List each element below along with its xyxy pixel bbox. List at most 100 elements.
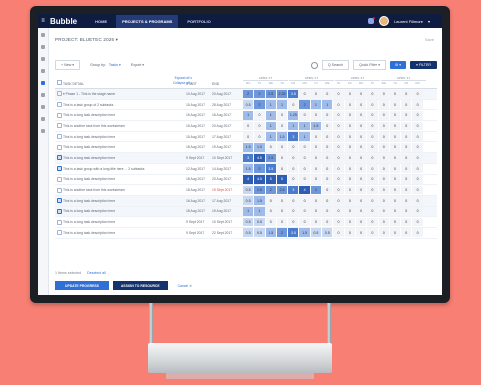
allocation-cell[interactable]: 2.5 — [254, 185, 265, 195]
allocation-cell[interactable]: 3.5 — [265, 164, 276, 173]
allocation-cell[interactable]: 0 — [299, 175, 310, 184]
allocation-cell[interactable]: 0 — [288, 207, 299, 216]
allocation-cell[interactable]: 0 — [243, 121, 254, 131]
allocation-cell[interactable]: 0 — [344, 207, 355, 216]
allocation-cell[interactable]: 0 — [322, 153, 333, 163]
allocation-cell[interactable]: 0 — [378, 132, 389, 141]
allocation-cell[interactable]: 0 — [355, 110, 367, 120]
allocation-cell[interactable]: 0 — [378, 142, 389, 152]
allocation-cell[interactable]: 0 — [333, 164, 344, 173]
allocation-cell[interactable]: 1.25 — [288, 110, 299, 120]
allocation-cell[interactable]: 3.5 — [288, 228, 299, 238]
allocation-cell[interactable]: 0 — [401, 153, 412, 163]
allocation-cell[interactable]: 0 — [288, 175, 299, 184]
allocation-cell[interactable]: 0 — [310, 110, 322, 120]
allocation-cell[interactable]: 0 — [288, 217, 299, 227]
allocation-cell[interactable]: 1 — [265, 132, 276, 141]
row-checkbox[interactable] — [55, 112, 63, 118]
allocation-cell[interactable]: 0 — [310, 164, 322, 173]
task-name[interactable]: This is another task from this workstrea… — [63, 124, 186, 128]
row-checkbox[interactable] — [55, 155, 63, 161]
menu-icon[interactable]: ≡ — [38, 18, 48, 24]
allocation-cell[interactable]: 0 — [310, 207, 322, 216]
table-row[interactable]: This is a task group with a long title h… — [55, 164, 437, 175]
allocation-cell[interactable]: 0 — [344, 89, 355, 99]
allocation-cell[interactable]: 0 — [367, 89, 378, 99]
notification-bell-icon[interactable] — [368, 17, 376, 24]
allocation-cell[interactable]: 0 — [412, 132, 423, 141]
allocation-cell[interactable]: 0 — [254, 132, 265, 141]
allocation-cell[interactable]: 0 — [310, 217, 322, 227]
allocation-cell[interactable]: 0 — [322, 196, 333, 206]
task-name[interactable]: This is another task from this workstrea… — [63, 188, 186, 192]
row-checkbox[interactable] — [55, 102, 63, 108]
allocation-cell[interactable]: 0 — [333, 185, 344, 195]
rail-list-icon[interactable] — [41, 69, 45, 73]
allocation-cell[interactable]: 0 — [355, 217, 367, 227]
allocation-cell[interactable]: 0 — [389, 207, 401, 216]
allocation-cell[interactable]: 0 — [401, 217, 412, 227]
table-row[interactable]: This is a long task description here 15 A… — [55, 132, 437, 143]
allocation-cell[interactable]: 0 — [401, 132, 412, 141]
allocation-cell[interactable]: 0 — [367, 142, 378, 152]
allocation-cell[interactable]: 0.5 — [243, 100, 254, 109]
user-name[interactable]: Laurent Fillmore — [394, 19, 423, 24]
allocation-cell[interactable]: 0.5 — [243, 228, 254, 238]
rail-calendar-icon[interactable] — [41, 57, 45, 61]
allocation-cell[interactable]: 0 — [389, 89, 401, 99]
row-checkbox[interactable] — [55, 144, 63, 150]
table-row[interactable]: This is another task from this workstrea… — [55, 185, 437, 196]
new-button[interactable]: + New ▾ — [55, 60, 81, 70]
allocation-cell[interactable]: 0 — [412, 175, 423, 184]
allocation-cell[interactable]: 0 — [367, 228, 378, 238]
allocation-cell[interactable]: 0 — [378, 196, 389, 206]
allocation-cell[interactable]: 1 — [276, 100, 288, 109]
allocation-cell[interactable]: 0 — [254, 110, 265, 120]
allocation-cell[interactable]: 0 — [389, 185, 401, 195]
allocation-cell[interactable]: 1 — [299, 132, 310, 141]
allocation-cell[interactable]: 0 — [322, 164, 333, 173]
allocation-cell[interactable]: 2 — [254, 89, 265, 99]
allocation-cell[interactable]: 0 — [367, 132, 378, 141]
allocation-cell[interactable]: 0 — [389, 110, 401, 120]
save-link[interactable]: Save — [425, 37, 434, 42]
allocation-cell[interactable]: 0 — [254, 121, 265, 131]
allocation-cell[interactable]: 0 — [401, 185, 412, 195]
allocation-cell[interactable]: 0 — [310, 153, 322, 163]
allocation-cell[interactable]: 0 — [355, 164, 367, 173]
allocation-cell[interactable]: 0 — [344, 217, 355, 227]
allocation-cell[interactable]: 0 — [344, 153, 355, 163]
allocation-cell[interactable]: 0 — [288, 100, 299, 109]
allocation-cell[interactable]: 0 — [288, 153, 299, 163]
task-name[interactable]: This is a long task description here — [63, 156, 186, 160]
allocation-cell[interactable]: 0 — [299, 89, 310, 99]
allocation-cell[interactable]: 1.5 — [299, 228, 310, 238]
allocation-cell[interactable]: 4 — [243, 175, 254, 184]
allocation-cell[interactable]: 0 — [333, 175, 344, 184]
allocation-cell[interactable]: 0 — [265, 207, 276, 216]
allocation-cell[interactable]: 2 — [254, 100, 265, 109]
allocation-cell[interactable]: 0 — [378, 217, 389, 227]
allocation-cell[interactable]: 0 — [355, 132, 367, 141]
task-name[interactable]: This is a task group with a long title h… — [63, 167, 186, 171]
rail-resources-icon[interactable] — [41, 81, 45, 85]
nav-home[interactable]: HOME — [95, 19, 107, 24]
allocation-cell[interactable]: 1.5 — [265, 228, 276, 238]
allocation-cell[interactable]: 0.5 — [322, 228, 333, 238]
allocation-cell[interactable]: 4.5 — [254, 153, 265, 163]
allocation-cell[interactable]: 0 — [412, 207, 423, 216]
allocation-cell[interactable]: 0 — [288, 196, 299, 206]
task-name[interactable]: This is a long task description here — [63, 220, 186, 224]
allocation-cell[interactable]: 1 — [265, 100, 276, 109]
view-settings-button[interactable]: ⚙ ▾ — [390, 61, 407, 69]
select-all-checkbox[interactable] — [55, 79, 63, 88]
allocation-cell[interactable]: 0 — [401, 89, 412, 99]
allocation-cell[interactable]: 0 — [389, 100, 401, 109]
allocation-cell[interactable]: 0 — [401, 175, 412, 184]
allocation-cell[interactable]: 0 — [412, 196, 423, 206]
allocation-cell[interactable]: 2 — [276, 228, 288, 238]
allocation-cell[interactable]: 0 — [389, 142, 401, 152]
row-checkbox[interactable] — [55, 134, 63, 140]
allocation-cell[interactable]: 0 — [355, 185, 367, 195]
allocation-cell[interactable]: 0 — [333, 217, 344, 227]
